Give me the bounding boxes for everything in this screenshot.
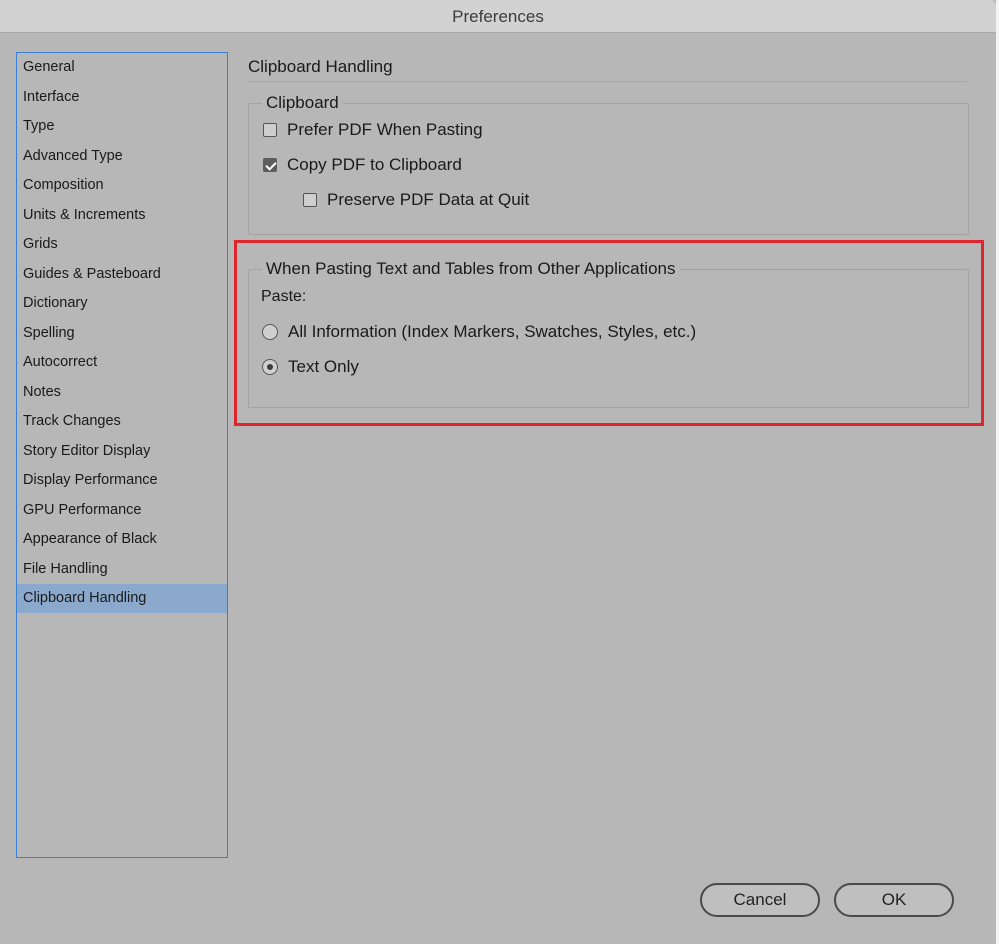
sidebar-item-dictionary[interactable]: Dictionary bbox=[17, 289, 227, 318]
sidebar-item-gpu-performance[interactable]: GPU Performance bbox=[17, 496, 227, 525]
ok-button[interactable]: OK bbox=[834, 883, 954, 917]
annotation-highlight-box bbox=[234, 240, 984, 426]
sidebar-item-spelling[interactable]: Spelling bbox=[17, 319, 227, 348]
section-divider bbox=[248, 81, 967, 82]
sidebar-item-grids[interactable]: Grids bbox=[17, 230, 227, 259]
copy-pdf-label: Copy PDF to Clipboard bbox=[287, 155, 462, 174]
copy-pdf-option[interactable]: Copy PDF to Clipboard bbox=[263, 155, 462, 175]
sidebar-item-file-handling[interactable]: File Handling bbox=[17, 555, 227, 584]
sidebar-item-composition[interactable]: Composition bbox=[17, 171, 227, 200]
sidebar-item-display-performance[interactable]: Display Performance bbox=[17, 466, 227, 495]
sidebar-item-notes[interactable]: Notes bbox=[17, 378, 227, 407]
sidebar-item-clipboard-handling[interactable]: Clipboard Handling bbox=[17, 584, 227, 613]
sidebar-item-units-increments[interactable]: Units & Increments bbox=[17, 201, 227, 230]
prefer-pdf-label: Prefer PDF When Pasting bbox=[287, 120, 483, 139]
preferences-sidebar: General Interface Type Advanced Type Com… bbox=[16, 52, 228, 858]
preserve-pdf-option[interactable]: Preserve PDF Data at Quit bbox=[303, 190, 529, 210]
prefer-pdf-option[interactable]: Prefer PDF When Pasting bbox=[263, 120, 483, 140]
sidebar-item-interface[interactable]: Interface bbox=[17, 83, 227, 112]
prefer-pdf-checkbox[interactable] bbox=[263, 123, 277, 137]
preserve-pdf-checkbox[interactable] bbox=[303, 193, 317, 207]
preferences-dialog: Preferences General Interface Type Advan… bbox=[0, 0, 996, 944]
sidebar-item-type[interactable]: Type bbox=[17, 112, 227, 141]
cancel-button[interactable]: Cancel bbox=[700, 883, 820, 917]
sidebar-item-track-changes[interactable]: Track Changes bbox=[17, 407, 227, 436]
sidebar-item-guides-pasteboard[interactable]: Guides & Pasteboard bbox=[17, 260, 227, 289]
preserve-pdf-label: Preserve PDF Data at Quit bbox=[327, 190, 530, 209]
copy-pdf-checkbox[interactable] bbox=[263, 158, 277, 172]
sidebar-item-appearance-of-black[interactable]: Appearance of Black bbox=[17, 525, 227, 554]
window-title: Preferences bbox=[452, 7, 544, 26]
sidebar-item-story-editor-display[interactable]: Story Editor Display bbox=[17, 437, 227, 466]
sidebar-item-autocorrect[interactable]: Autocorrect bbox=[17, 348, 227, 377]
section-title: Clipboard Handling bbox=[248, 57, 393, 76]
sidebar-item-advanced-type[interactable]: Advanced Type bbox=[17, 142, 227, 171]
title-bar[interactable]: Preferences bbox=[0, 0, 996, 33]
clipboard-group-legend: Clipboard bbox=[262, 93, 343, 113]
sidebar-item-general[interactable]: General bbox=[17, 53, 227, 82]
